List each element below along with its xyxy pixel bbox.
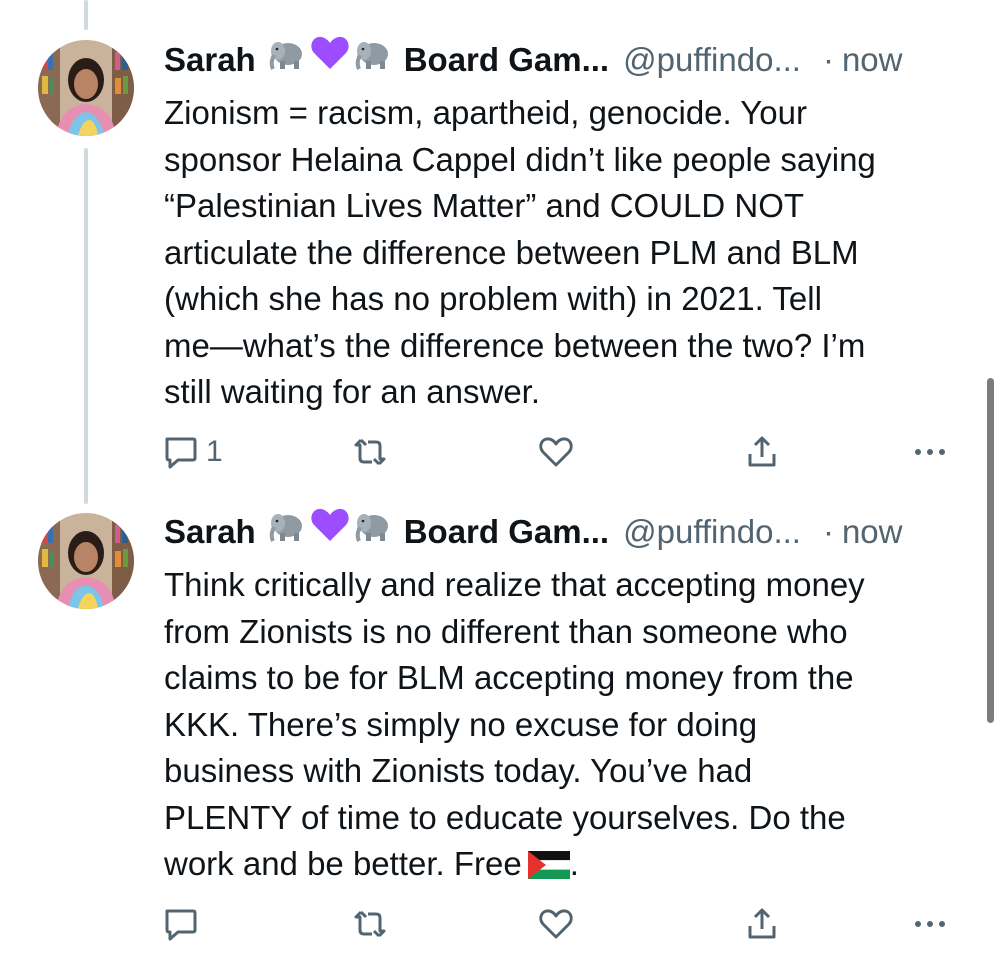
like-button[interactable]	[538, 432, 574, 472]
author-handle[interactable]: @puffindo...	[623, 507, 801, 557]
tweet-text: Think critically and realize that accept…	[164, 562, 964, 892]
elephant-icon	[268, 507, 306, 557]
tweet-actions: 1	[162, 432, 962, 472]
tweet-text-line: (which she has no problem with) in 2021.…	[164, 280, 822, 317]
retweet-icon	[352, 434, 388, 470]
tweet-text-line: from Zionists is no different than someo…	[164, 612, 848, 650]
reply-icon	[162, 434, 198, 470]
tweet-text: Zionism = racism, apartheid, genocide. Y…	[164, 90, 964, 416]
tweet-text-line: PLENTY of time to educate yourselves. Do…	[164, 798, 846, 836]
tweet-header: Sarah Board Gam... @puffindo... · now	[164, 507, 962, 557]
tweet[interactable]: Sarah Board Gam... @puffindo... · now Th…	[0, 490, 1000, 975]
palestine-flag-icon	[527, 845, 570, 892]
display-name-suffix[interactable]: Board Gam...	[404, 35, 609, 85]
reply-count: 1	[206, 435, 223, 468]
separator-dot: ·	[822, 41, 834, 78]
elephant-icon	[354, 35, 392, 85]
tweet-text-line: work and be better. Free	[164, 845, 522, 882]
tweet-text-line: me—what’s the difference between the two…	[164, 326, 866, 364]
avatar[interactable]	[38, 40, 134, 136]
tweet-text-line: business with Zionists today. You’ve had	[164, 752, 753, 789]
tweet-text-end: .	[569, 845, 579, 882]
timestamp[interactable]: now	[842, 35, 903, 85]
tweet-header: Sarah Board Gam... @puffindo... · now	[164, 35, 962, 85]
like-icon	[538, 906, 574, 942]
purple-heart-icon	[310, 35, 350, 85]
tweet-text-line: KKK. There’s simply no excuse for doing	[164, 705, 758, 743]
tweet-text-line: “Palestinian Lives Matter” and COULD NOT	[164, 187, 805, 224]
name-emojis	[268, 507, 392, 557]
tweet-text-line-last: work and be better. Free.	[164, 841, 964, 892]
share-button[interactable]	[744, 904, 780, 944]
like-icon	[538, 434, 574, 470]
timestamp[interactable]: now	[842, 507, 903, 557]
more-icon	[912, 434, 948, 470]
reply-button[interactable]: 1	[162, 432, 223, 472]
retweet-icon	[352, 906, 388, 942]
tweet-text-line: Think critically and realize that accept…	[164, 566, 865, 603]
tweet-actions	[162, 904, 962, 944]
tweet[interactable]: Sarah Board Gam... @puffindo... · now Zi…	[0, 0, 1000, 490]
retweet-button[interactable]	[352, 904, 388, 944]
share-icon	[744, 906, 780, 942]
avatar[interactable]	[38, 513, 134, 609]
reply-icon	[162, 906, 198, 942]
display-name-suffix[interactable]: Board Gam...	[404, 507, 609, 557]
share-icon	[744, 434, 780, 470]
reply-button[interactable]	[162, 904, 206, 944]
elephant-icon	[268, 35, 306, 85]
name-emojis	[268, 35, 392, 85]
share-button[interactable]	[744, 432, 780, 472]
scrollbar[interactable]	[987, 378, 994, 723]
tweet-text-line: Zionism = racism, apartheid, genocide. Y…	[164, 94, 807, 131]
like-button[interactable]	[538, 904, 574, 944]
more-icon	[912, 906, 948, 942]
separator-dot: ·	[822, 513, 834, 550]
retweet-button[interactable]	[352, 432, 388, 472]
elephant-icon	[354, 507, 392, 557]
tweet-text-line: still waiting for an answer.	[164, 373, 541, 410]
author-name[interactable]: Sarah	[164, 507, 256, 557]
tweet-text-line: sponsor Helaina Cappel didn’t like peopl…	[164, 140, 876, 178]
tweet-text-line: claims to be for BLM accepting money fro…	[164, 659, 854, 696]
author-handle[interactable]: @puffindo...	[623, 35, 801, 85]
more-button[interactable]	[912, 904, 948, 944]
tweet-text-line: articulate the difference between PLM an…	[164, 233, 859, 271]
purple-heart-icon	[310, 507, 350, 557]
more-button[interactable]	[912, 432, 948, 472]
author-name[interactable]: Sarah	[164, 35, 256, 85]
